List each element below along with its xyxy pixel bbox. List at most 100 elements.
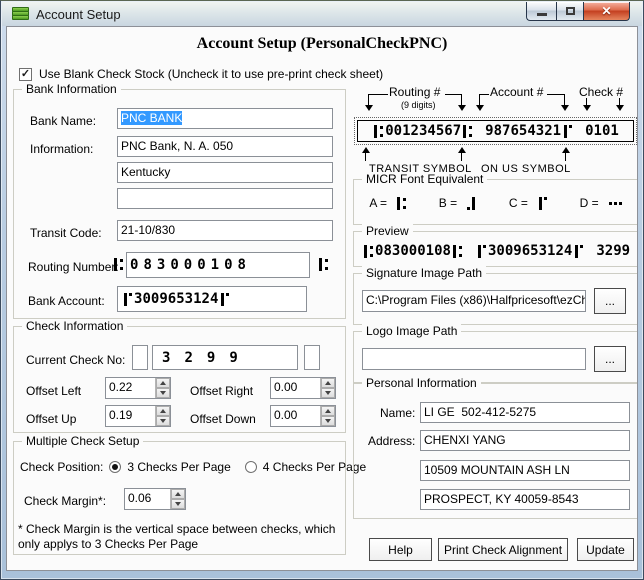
check-margin-spinner[interactable]: 0.06 bbox=[124, 488, 186, 510]
offset-down-up-button[interactable] bbox=[321, 406, 335, 416]
transit-code-label: Transit Code: bbox=[30, 226, 102, 240]
titlebar: Account Setup ✕ bbox=[2, 2, 642, 26]
offset-right-label: Offset Right bbox=[190, 384, 253, 398]
account-diagram-label: Account # bbox=[490, 85, 543, 99]
bank-info-line1-field[interactable]: PNC Bank, N. A. 050 bbox=[117, 136, 333, 157]
address-label: Address: bbox=[368, 434, 415, 448]
onus-symbol-caption: ON US SYMBOL bbox=[481, 163, 571, 175]
blank-stock-label: Use Blank Check Stock (Uncheck it to use… bbox=[39, 67, 383, 81]
onus-symbol-icon bbox=[536, 197, 549, 210]
current-check-label: Current Check No: bbox=[26, 353, 125, 367]
bank-info-line2-field[interactable]: Kentucky bbox=[117, 162, 333, 183]
preview-title: Preview bbox=[362, 224, 413, 238]
blank-stock-row: ✓ Use Blank Check Stock (Uncheck it to u… bbox=[19, 67, 383, 81]
close-icon: ✕ bbox=[601, 4, 611, 18]
app-money-stack-icon bbox=[12, 7, 29, 21]
page-title: Account Setup (PersonalCheckPNC) bbox=[7, 35, 637, 53]
address-line2-field[interactable]: 10509 MOUNTAIN ASH LN bbox=[420, 460, 630, 481]
offset-down-down-button[interactable] bbox=[321, 416, 335, 426]
check-margin-down-button[interactable] bbox=[171, 499, 185, 509]
logo-browse-button[interactable]: ... bbox=[594, 346, 626, 372]
multiple-check-setup-group: Multiple Check Setup Check Position: 3 C… bbox=[13, 441, 346, 555]
check-no-suffix-field[interactable] bbox=[304, 345, 320, 370]
offset-down-spinner[interactable]: 0.00 bbox=[270, 405, 336, 427]
signature-browse-button[interactable]: ... bbox=[594, 288, 626, 314]
transit-code-field[interactable]: 21-10/830 bbox=[117, 220, 333, 241]
micr-sample-line: 0012345679876543210101 bbox=[357, 120, 634, 142]
personal-info-title: Personal Information bbox=[362, 376, 481, 390]
name-label: Name: bbox=[380, 406, 415, 420]
check-margin-value[interactable]: 0.06 bbox=[125, 489, 170, 509]
bank-name-field[interactable]: PNC BANK bbox=[117, 108, 333, 129]
check-position-label: Check Position: bbox=[20, 460, 103, 474]
offset-right-value[interactable]: 0.00 bbox=[271, 378, 320, 398]
help-button[interactable]: Help bbox=[369, 538, 432, 561]
offset-up-up-button[interactable] bbox=[156, 406, 170, 416]
offset-right-spinner[interactable]: 0.00 bbox=[270, 377, 336, 399]
check-information-title: Check Information bbox=[22, 319, 127, 333]
bank-account-field[interactable]: 3009653124 bbox=[117, 286, 307, 312]
logo-path-title: Logo Image Path bbox=[362, 324, 461, 338]
update-button[interactable]: Update bbox=[577, 538, 634, 561]
micr-equiv-a: A = bbox=[369, 196, 408, 210]
bank-information-title: Bank Information bbox=[22, 82, 121, 96]
radio-4-checks-per-page[interactable] bbox=[245, 461, 257, 473]
bank-info-line3-field[interactable] bbox=[117, 188, 333, 209]
check-diagram-label: Check # bbox=[579, 85, 623, 99]
maximize-icon bbox=[566, 7, 575, 15]
maximize-button[interactable] bbox=[556, 2, 584, 21]
offset-up-label: Offset Up bbox=[26, 412, 76, 426]
check-margin-label: Check Margin*: bbox=[24, 494, 106, 508]
offset-left-spinner[interactable]: 0.22 bbox=[105, 377, 171, 399]
check-no-prefix-field[interactable] bbox=[132, 345, 148, 370]
dialog-content: Account Setup (PersonalCheckPNC) ✓ Use B… bbox=[6, 26, 638, 571]
option-4-checks-label: 4 Checks Per Page bbox=[263, 460, 366, 474]
personal-information-group: Personal Information Name: LI GE 502-412… bbox=[353, 383, 638, 519]
note-line1: * Check Margin is the vertical space bet… bbox=[18, 522, 335, 537]
radio-3-checks-per-page[interactable] bbox=[109, 461, 121, 473]
close-button[interactable]: ✕ bbox=[584, 2, 630, 21]
routing-digits-sublabel: (9 digits) bbox=[401, 100, 436, 110]
offset-up-value[interactable]: 0.19 bbox=[106, 406, 155, 426]
minimize-button[interactable] bbox=[526, 2, 556, 21]
preview-micr-line: 08300010830096531243299 bbox=[362, 243, 630, 259]
window-title: Account Setup bbox=[36, 7, 121, 22]
check-information-group: Check Information Current Check No: 3299… bbox=[13, 326, 346, 433]
signature-path-field[interactable]: C:\Program Files (x86)\Halfpricesoft\ezC… bbox=[362, 290, 586, 312]
current-check-no-field[interactable]: 3299 bbox=[152, 345, 298, 370]
note-line2: only applys to 3 Checks Per Page bbox=[18, 537, 335, 552]
micr-equiv-d: D = bbox=[580, 196, 624, 210]
routing-diagram-label: Routing # bbox=[389, 85, 440, 99]
offset-left-up-button[interactable] bbox=[156, 378, 170, 388]
multiple-check-setup-title: Multiple Check Setup bbox=[22, 434, 143, 448]
blank-stock-checkbox[interactable]: ✓ bbox=[19, 68, 32, 81]
transit-symbol-right-icon bbox=[317, 258, 330, 271]
information-label: Information: bbox=[30, 142, 93, 156]
offset-right-up-button[interactable] bbox=[321, 378, 335, 388]
bank-account-label: Bank Account: bbox=[28, 294, 105, 308]
name-field[interactable]: LI GE 502-412-5275 bbox=[420, 402, 630, 423]
logo-path-field[interactable] bbox=[362, 348, 586, 370]
micr-equiv-b: B = bbox=[439, 196, 478, 210]
offset-left-value[interactable]: 0.22 bbox=[106, 378, 155, 398]
signature-image-path-group: Signature Image Path C:\Program Files (x… bbox=[353, 273, 638, 325]
signature-path-title: Signature Image Path bbox=[362, 266, 486, 280]
micr-sample-box: 0012345679876543210101 bbox=[354, 117, 637, 145]
offset-up-down-button[interactable] bbox=[156, 416, 170, 426]
account-setup-window: Account Setup ✕ Account Setup (PersonalC… bbox=[0, 0, 644, 580]
offset-up-spinner[interactable]: 0.19 bbox=[105, 405, 171, 427]
offset-down-value[interactable]: 0.00 bbox=[271, 406, 320, 426]
offset-right-down-button[interactable] bbox=[321, 388, 335, 398]
address-line3-field[interactable]: PROSPECT, KY 40059-8543 bbox=[420, 489, 630, 510]
preview-group: Preview 08300010830096531243299 bbox=[353, 231, 638, 267]
print-check-alignment-button[interactable]: Print Check Alignment bbox=[438, 538, 568, 561]
transit-symbol-left-icon bbox=[112, 258, 125, 271]
address-line1-field[interactable]: CHENXI YANG bbox=[420, 430, 630, 451]
routing-number-field[interactable]: 083000108 bbox=[126, 252, 310, 278]
offset-left-down-button[interactable] bbox=[156, 388, 170, 398]
check-margin-up-button[interactable] bbox=[171, 489, 185, 499]
amount-symbol-icon bbox=[465, 197, 478, 210]
offset-down-label: Offset Down bbox=[190, 412, 256, 426]
micr-font-equivalent-group: MICR Font Equivalent A = B = C = D = bbox=[353, 179, 638, 225]
minimize-icon bbox=[537, 13, 547, 16]
